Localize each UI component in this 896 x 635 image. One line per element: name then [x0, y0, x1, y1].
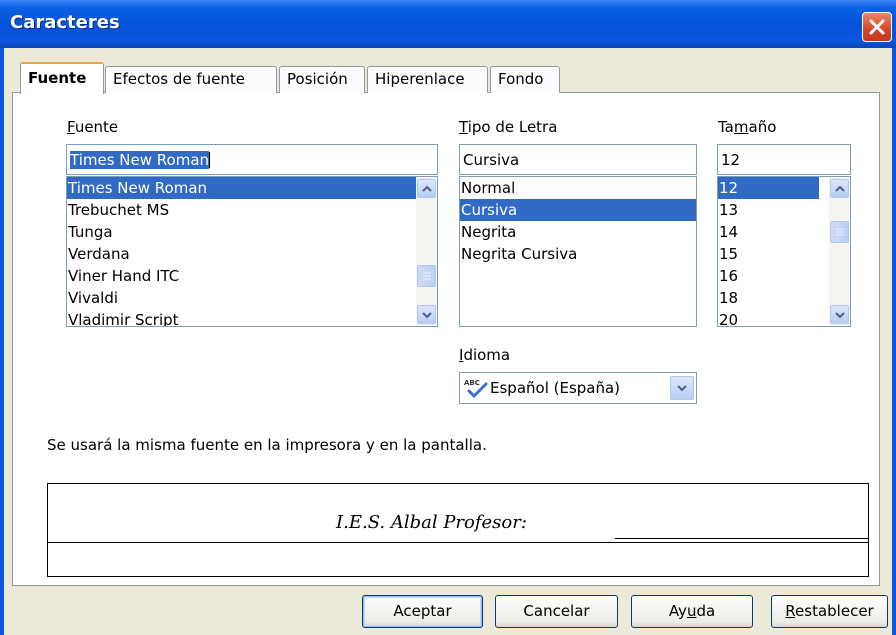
info-text: Se usará la misma fuente en la impresora…: [47, 436, 487, 454]
font-list-item[interactable]: Trebuchet MS: [67, 199, 437, 221]
font-style-input[interactable]: Cursiva: [459, 144, 697, 175]
scroll-thumb[interactable]: [830, 221, 849, 243]
language-value: Español (España): [490, 379, 621, 397]
font-list-item[interactable]: Verdana: [67, 243, 437, 265]
dropdown-button[interactable]: [670, 376, 694, 400]
tab-efectos-de-fuente[interactable]: Efectos de fuente: [105, 66, 277, 93]
scroll-up-button[interactable]: [830, 179, 849, 198]
size-label: Tamaño: [718, 118, 777, 136]
grip-icon: [423, 272, 431, 280]
style-label: Tipo de Letra: [459, 118, 558, 136]
font-size-input[interactable]: 12: [717, 144, 851, 175]
font-list-scrollbar[interactable]: [416, 177, 437, 326]
reset-button[interactable]: Restablecer: [771, 595, 888, 628]
font-list[interactable]: Times New Roman Trebuchet MS Tunga Verda…: [66, 176, 438, 327]
font-list-item[interactable]: Viner Hand ITC: [67, 265, 437, 287]
window-border-right: [892, 48, 896, 635]
chevron-down-icon: [677, 385, 687, 392]
tab-fondo[interactable]: Fondo: [490, 66, 560, 93]
grip-icon: [836, 228, 844, 236]
style-list-item[interactable]: Negrita: [460, 221, 696, 243]
window-title: Caracteres: [10, 12, 120, 33]
help-button[interactable]: Ayuda: [631, 595, 753, 628]
scroll-down-button[interactable]: [830, 305, 849, 324]
font-preview: I.E.S. Albal Profesor:: [47, 483, 869, 577]
close-button[interactable]: [862, 12, 892, 42]
accept-button[interactable]: Aceptar: [362, 595, 483, 628]
title-bar: Caracteres: [0, 0, 896, 48]
font-name-input-text: Times New Roman: [70, 151, 210, 169]
scroll-down-button[interactable]: [417, 305, 436, 324]
size-list-item[interactable]: 12: [718, 177, 819, 199]
font-list-item[interactable]: Tunga: [67, 221, 437, 243]
style-list-item[interactable]: Negrita Cursiva: [460, 243, 696, 265]
scroll-up-button[interactable]: [417, 179, 436, 198]
text-caret: [209, 152, 211, 168]
font-label: Fuente: [67, 118, 119, 136]
chevron-down-icon: [835, 312, 845, 319]
chevron-up-icon: [422, 185, 432, 192]
preview-baseline: [48, 542, 868, 543]
language-label: Idioma: [459, 346, 511, 364]
tab-fuente[interactable]: Fuente: [20, 62, 104, 94]
font-list-item[interactable]: Vladimir Script: [67, 309, 437, 326]
scroll-thumb[interactable]: [417, 265, 436, 287]
language-select[interactable]: ABC Español (España): [459, 372, 697, 404]
size-list-scrollbar[interactable]: [829, 177, 850, 326]
style-list-item[interactable]: Cursiva: [460, 199, 696, 221]
preview-text: I.E.S. Albal Profesor:: [336, 512, 527, 533]
font-list-item[interactable]: Vivaldi: [67, 287, 437, 309]
chevron-down-icon: [422, 312, 432, 319]
preview-underline: [615, 538, 868, 539]
style-list-item[interactable]: Normal: [460, 177, 696, 199]
close-icon: [869, 19, 885, 35]
font-name-input[interactable]: Times New Roman: [66, 144, 438, 175]
spellcheck-icon: ABC: [464, 379, 488, 399]
chevron-up-icon: [835, 185, 845, 192]
cancel-button[interactable]: Cancelar: [495, 595, 618, 628]
tab-hiperenlace[interactable]: Hiperenlace: [367, 66, 488, 93]
tab-posicion[interactable]: Posición: [279, 66, 365, 93]
font-list-item[interactable]: Times New Roman: [67, 177, 437, 199]
font-style-list[interactable]: Normal Cursiva Negrita Negrita Cursiva: [459, 176, 697, 327]
svg-text:ABC: ABC: [464, 379, 480, 387]
window-border-left: [0, 48, 4, 635]
font-size-list[interactable]: 12 13 14 15 16 18 20: [717, 176, 851, 327]
